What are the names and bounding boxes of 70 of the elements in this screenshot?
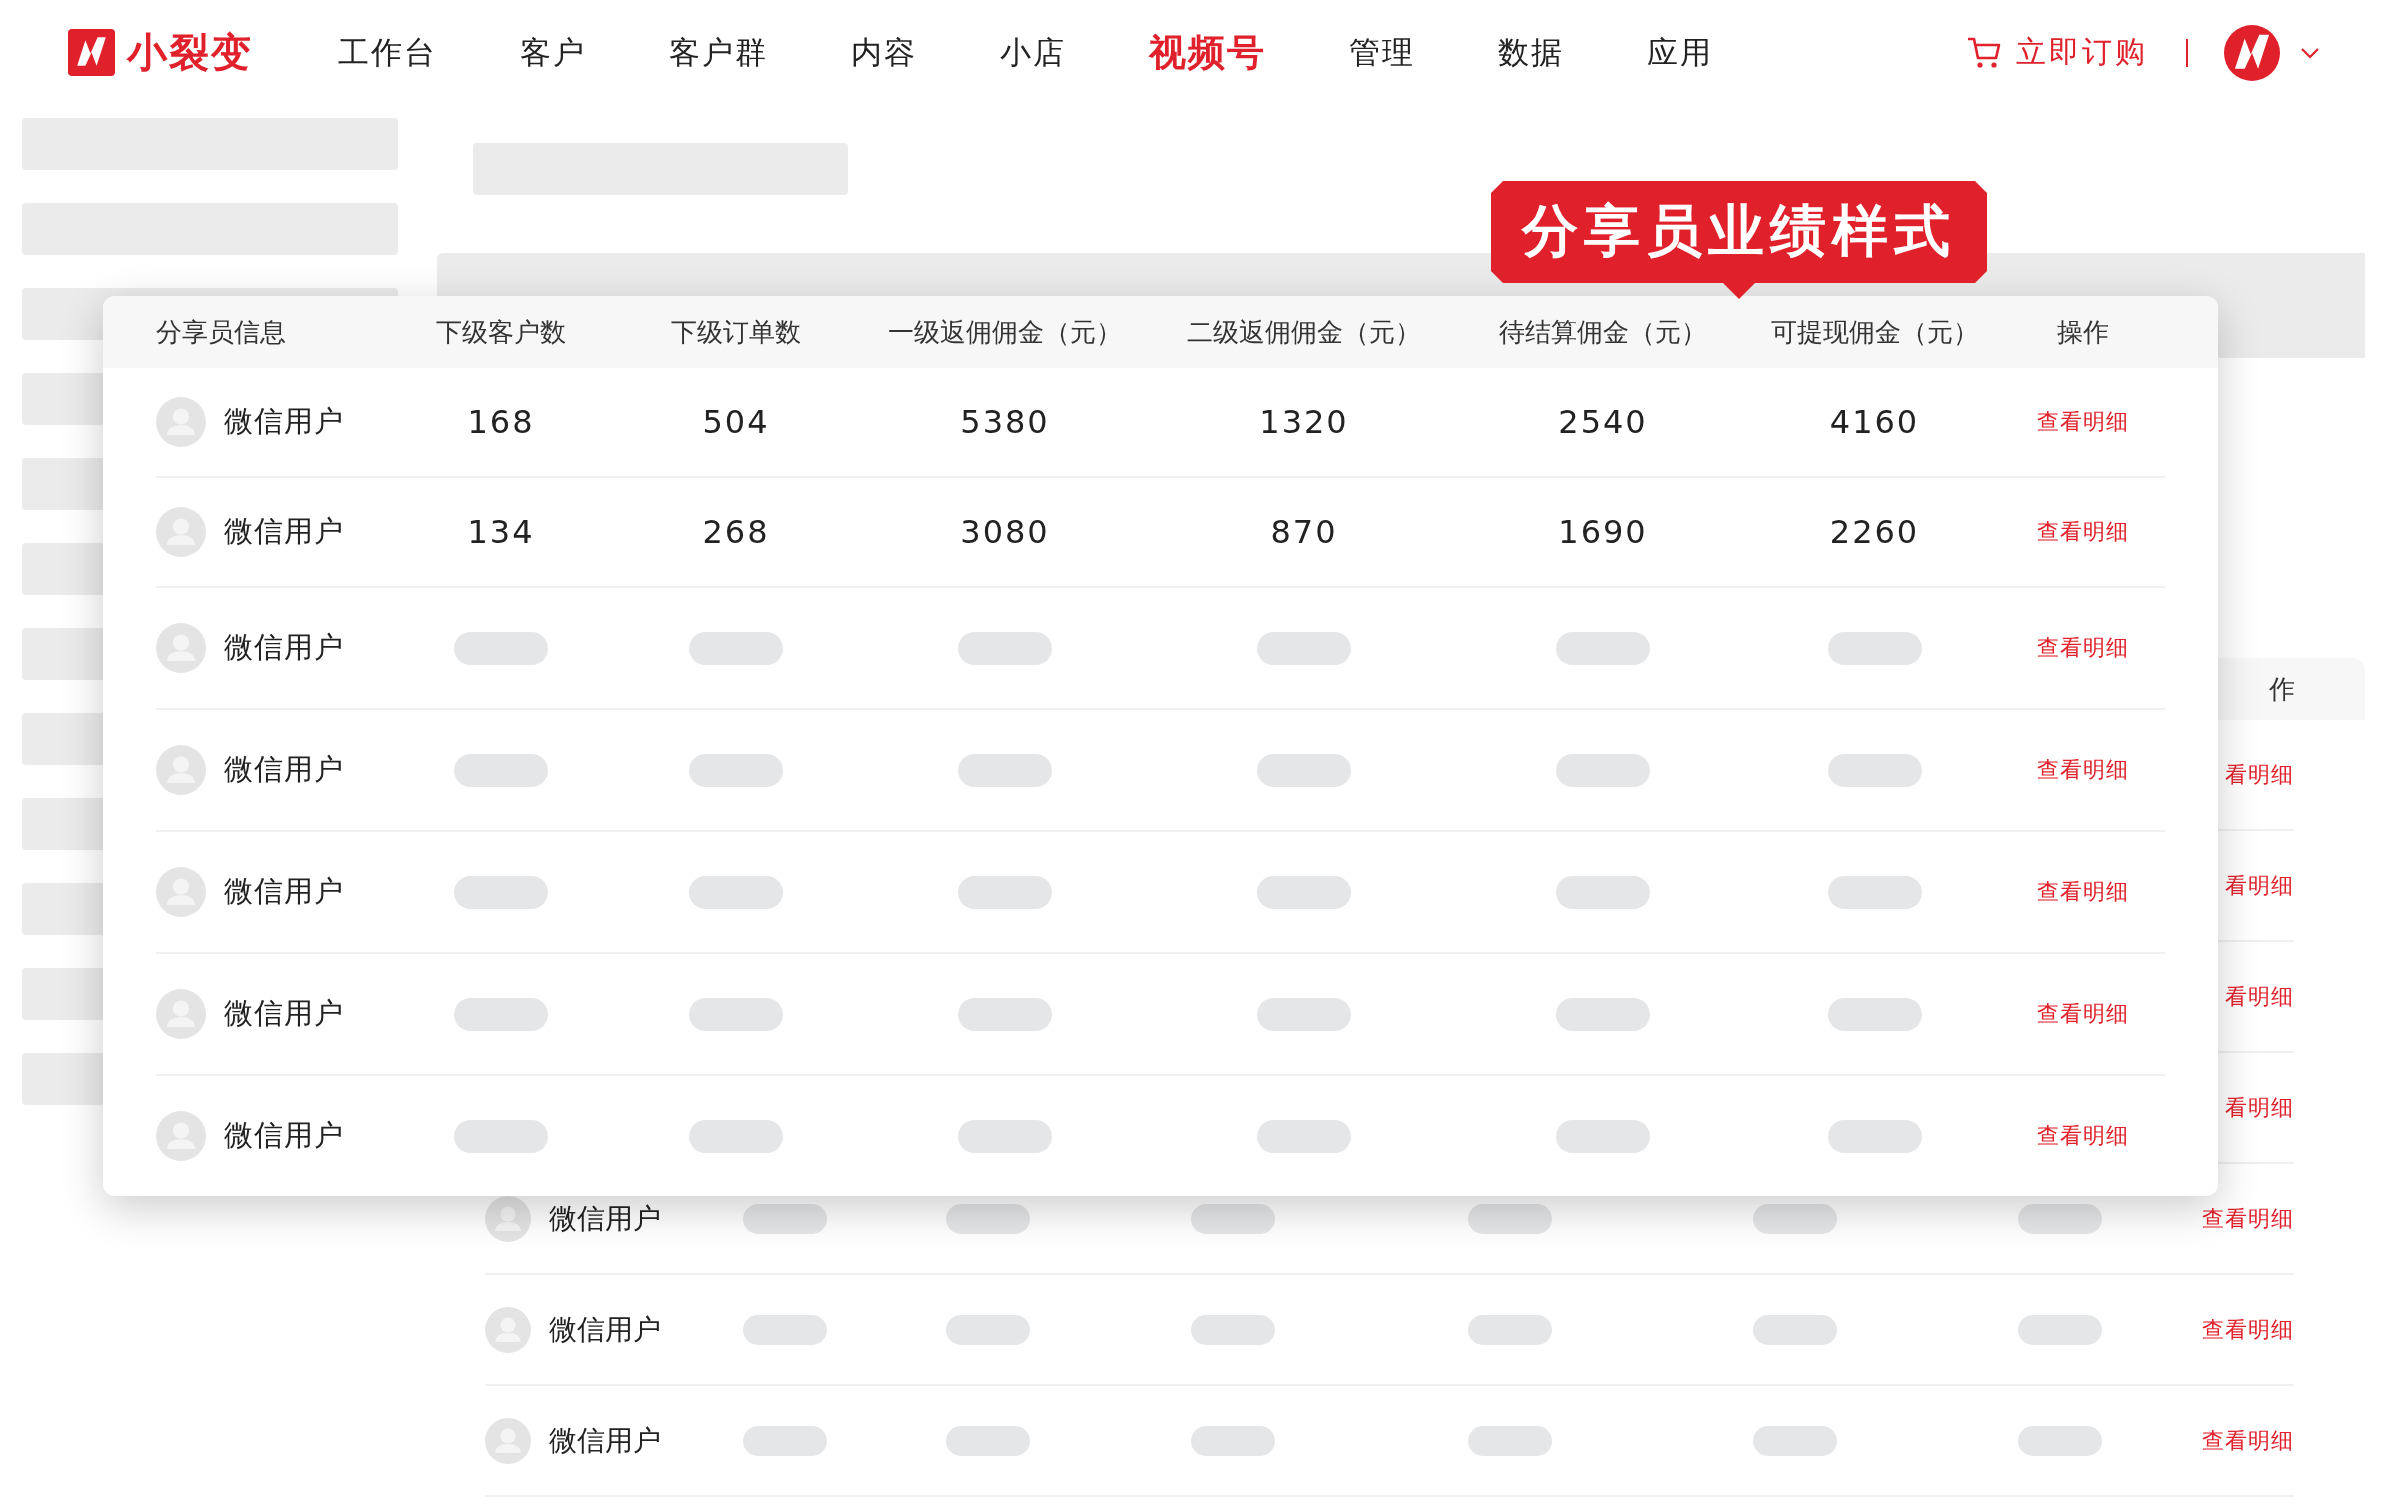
avatar-icon bbox=[485, 1417, 531, 1464]
user-name: 微信用户 bbox=[224, 995, 344, 1032]
user-name: 微信用户 bbox=[549, 1422, 661, 1459]
user-name: 微信用户 bbox=[224, 873, 344, 910]
column-header: 操作 bbox=[2055, 315, 2110, 349]
nav-tab[interactable]: 视频号 bbox=[1149, 27, 1266, 78]
view-details-link[interactable]: 看明细 bbox=[2225, 1092, 2294, 1123]
nav-tab[interactable]: 客户群 bbox=[669, 31, 768, 74]
view-details-link[interactable]: 查看明细 bbox=[2036, 999, 2129, 1029]
avatar-icon bbox=[156, 397, 206, 447]
column-header: 作 bbox=[2269, 672, 2295, 706]
table-cell-text: 2260 bbox=[1828, 513, 1921, 551]
avatar-icon bbox=[156, 623, 206, 673]
user-name: 微信用户 bbox=[224, 1117, 344, 1154]
view-details-link[interactable]: 看明细 bbox=[2225, 870, 2294, 901]
column-header: 下级客户数 bbox=[435, 315, 567, 349]
avatar-icon bbox=[485, 1195, 531, 1242]
table-cell-text: 168 bbox=[466, 403, 536, 441]
avatar-icon bbox=[485, 1306, 531, 1353]
table-cell-text: 2540 bbox=[1557, 403, 1649, 441]
view-details-link[interactable]: 查看明细 bbox=[2036, 517, 2129, 547]
view-details-link[interactable]: 查看明细 bbox=[2036, 633, 2129, 663]
column-header: 一级返佣佣金（元） bbox=[887, 315, 1123, 349]
column-header: 分享员信息 bbox=[156, 315, 287, 349]
user-name: 微信用户 bbox=[224, 751, 344, 788]
table-cell-text: 870 bbox=[1269, 513, 1339, 551]
table-cell-text: 1690 bbox=[1557, 513, 1649, 551]
view-details-link[interactable]: 看明细 bbox=[2225, 981, 2294, 1012]
view-details-link[interactable]: 查看明细 bbox=[2036, 755, 2129, 785]
column-header: 二级返佣佣金（元） bbox=[1186, 315, 1422, 349]
avatar-icon bbox=[156, 745, 206, 795]
order-link[interactable]: 立即订购 bbox=[1966, 32, 2148, 73]
user-name: 微信用户 bbox=[549, 1311, 661, 1348]
brand-name: 小裂变 bbox=[127, 28, 253, 77]
column-header: 可提现佣金（元） bbox=[1769, 315, 1980, 349]
nav-tab[interactable]: 应用 bbox=[1647, 31, 1713, 74]
user-name: 微信用户 bbox=[549, 1200, 661, 1237]
view-details-link[interactable]: 看明细 bbox=[2225, 759, 2294, 790]
avatar-icon bbox=[156, 867, 206, 917]
avatar-icon bbox=[156, 989, 206, 1039]
logo-icon bbox=[68, 29, 115, 76]
user-name: 微信用户 bbox=[224, 629, 344, 666]
avatar-icon bbox=[156, 507, 206, 557]
avatar-icon bbox=[156, 1111, 206, 1161]
column-header: 下级订单数 bbox=[670, 315, 802, 349]
nav-tab[interactable]: 内容 bbox=[851, 31, 917, 74]
view-details-link[interactable]: 查看明细 bbox=[2202, 1425, 2294, 1456]
view-details-link[interactable]: 查看明细 bbox=[2036, 407, 2129, 437]
account-avatar[interactable] bbox=[2224, 24, 2280, 81]
nav-tab[interactable]: 管理 bbox=[1349, 31, 1415, 74]
nav-tab[interactable]: 小店 bbox=[1000, 31, 1066, 74]
chevron-down-icon[interactable] bbox=[2300, 46, 2320, 59]
view-details-link[interactable]: 查看明细 bbox=[2202, 1203, 2294, 1234]
table-cell-text: 504 bbox=[701, 403, 771, 441]
cart-icon bbox=[1966, 35, 2002, 70]
table-cell-text: 134 bbox=[466, 513, 536, 551]
column-header: 待结算佣金（元） bbox=[1498, 315, 1708, 349]
table-cell-text: 268 bbox=[701, 513, 771, 551]
nav-tab[interactable]: 客户 bbox=[520, 31, 586, 74]
user-name: 微信用户 bbox=[224, 403, 344, 440]
table-cell-text: 3080 bbox=[959, 513, 1051, 551]
view-details-link[interactable]: 查看明细 bbox=[2036, 877, 2129, 907]
user-name: 微信用户 bbox=[224, 513, 344, 550]
view-details-link[interactable]: 查看明细 bbox=[2036, 1121, 2129, 1151]
table-cell-text: 1320 bbox=[1258, 403, 1350, 441]
table-cell-text: 5380 bbox=[959, 403, 1051, 441]
nav-tab[interactable]: 工作台 bbox=[338, 31, 437, 74]
view-details-link[interactable]: 查看明细 bbox=[2202, 1314, 2294, 1345]
table-cell-text: 4160 bbox=[1828, 403, 1921, 441]
nav-tab[interactable]: 数据 bbox=[1498, 31, 1564, 74]
